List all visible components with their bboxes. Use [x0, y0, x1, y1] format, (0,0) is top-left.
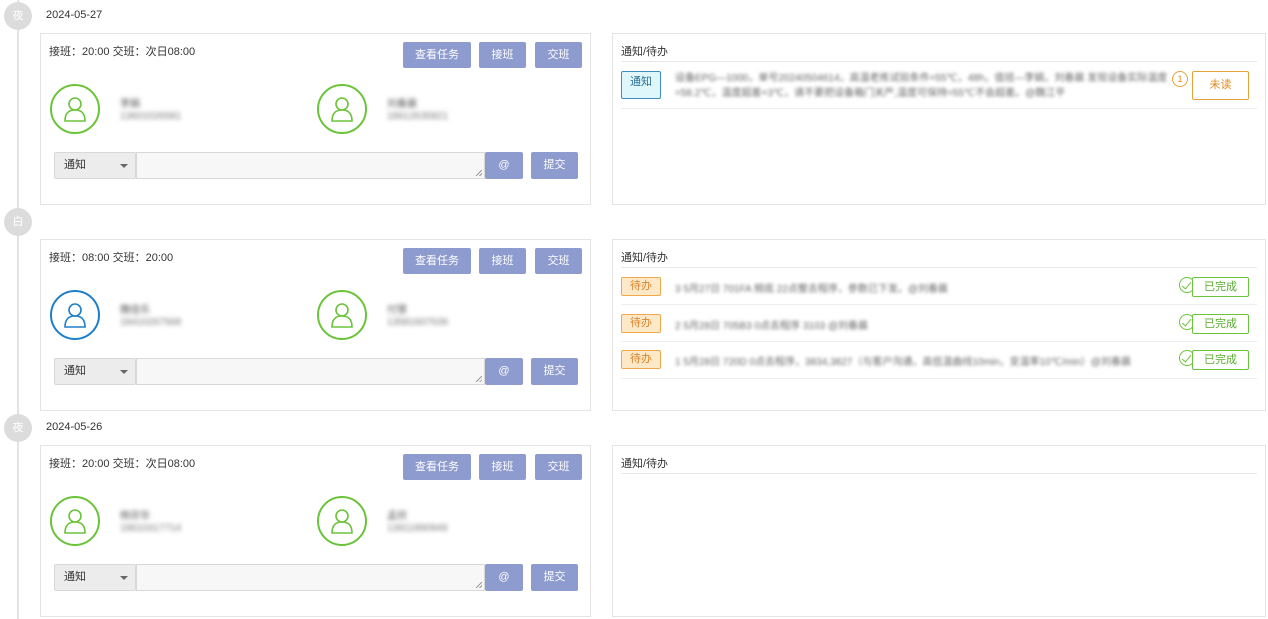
shift-card: 接班：08:00 交班：20:00 查看任务 接班 交班 魏佳乐 1841026…	[40, 239, 591, 411]
hand-over-button[interactable]: 交班	[535, 42, 582, 68]
person-card: 李娟 13601026581	[50, 84, 310, 136]
completed-status-button[interactable]: 已完成	[1192, 277, 1249, 297]
avatar	[317, 84, 367, 134]
notice-tag: 通知	[621, 71, 661, 99]
timeline-line	[17, 0, 19, 619]
person-phone: 18612635821	[387, 111, 449, 122]
shift-title: 接班：20:00 交班：次日08:00	[49, 458, 196, 470]
person-card: 刘春晨 18612635821	[317, 84, 577, 136]
shift-title: 接班：20:00 交班：次日08:00	[49, 46, 196, 58]
count-badge-icon: 1	[1172, 71, 1188, 87]
user-icon	[64, 97, 86, 122]
todo-item: 待办 2 5月28日 705B3 0点去程序 3103 @刘春晨 已完成	[621, 305, 1257, 342]
take-shift-button[interactable]: 接班	[479, 248, 526, 274]
shift-date: 2024-05-27	[46, 9, 103, 21]
person-card: 魏佳乐 18410267568	[50, 290, 310, 342]
unread-status-button[interactable]: 未读	[1192, 71, 1249, 100]
hand-over-button[interactable]: 交班	[535, 248, 582, 274]
notice-panel-title: 通知/待办	[621, 46, 669, 58]
user-icon	[331, 509, 353, 534]
todo-item: 待办 1 5月28日 720D 0点去程序，3834,3827（与客户沟通，高低…	[621, 342, 1257, 379]
shift-title: 接班：08:00 交班：20:00	[49, 252, 174, 264]
submit-button[interactable]: 提交	[531, 152, 578, 179]
notice-text: 设备EPG—1000，单号20240504614，高温老练试验条件=55℃，48…	[675, 73, 1168, 99]
person-card: 孟欣 13911890949	[317, 496, 577, 548]
view-tasks-button[interactable]: 查看任务	[403, 42, 471, 68]
user-icon	[64, 509, 86, 534]
resize-grip-icon[interactable]	[476, 376, 482, 382]
notice-panel-title: 通知/待办	[621, 252, 669, 264]
caret-down-icon	[120, 164, 128, 168]
person-phone: 13911890949	[387, 523, 448, 534]
notice-type-select[interactable]: 通知	[54, 152, 136, 179]
notice-type-select[interactable]: 通知	[54, 564, 136, 591]
take-shift-button[interactable]: 接班	[479, 42, 526, 68]
take-shift-button[interactable]: 接班	[479, 454, 526, 480]
caret-down-icon	[120, 370, 128, 374]
resize-grip-icon[interactable]	[476, 170, 482, 176]
avatar	[50, 290, 100, 340]
todo-tag: 待办	[621, 350, 661, 369]
shift-node-day: 白	[4, 208, 32, 236]
shift-node-night: 夜	[4, 2, 32, 30]
notice-panel: 通知/待办 通知 设备EPG—1000，单号20240504614，高温老练试验…	[612, 33, 1266, 205]
notice-type-value: 通知	[64, 365, 86, 377]
view-tasks-button[interactable]: 查看任务	[403, 248, 471, 274]
person-card: 杨宗华 18610317714	[50, 496, 310, 548]
person-card: 付慧 13581607636	[317, 290, 577, 342]
divider	[621, 473, 1257, 474]
view-tasks-button[interactable]: 查看任务	[403, 454, 471, 480]
notice-type-value: 通知	[64, 159, 86, 171]
shift-date: 2024-05-26	[46, 421, 103, 433]
notice-type-value: 通知	[64, 571, 86, 583]
person-name: 李娟	[120, 99, 140, 110]
person-phone: 13601026581	[120, 111, 182, 122]
shift-card: 接班：20:00 交班：次日08:00 查看任务 接班 交班 李娟 136010…	[40, 33, 591, 205]
todo-text: 3 5月27日 701FA 频底 22点整去程序，参数已下发。@刘春晨	[675, 284, 948, 295]
person-phone: 18610317714	[120, 523, 182, 534]
caret-down-icon	[120, 576, 128, 580]
person-name: 魏佳乐	[120, 305, 150, 316]
submit-button[interactable]: 提交	[531, 358, 578, 385]
notice-type-select[interactable]: 通知	[54, 358, 136, 385]
completed-status-button[interactable]: 已完成	[1192, 314, 1249, 334]
person-name: 付慧	[387, 305, 407, 316]
completed-status-button[interactable]: 已完成	[1192, 350, 1249, 370]
todo-tag: 待办	[621, 314, 661, 333]
shift-card: 接班：20:00 交班：次日08:00 查看任务 接班 交班 杨宗华 18610…	[40, 445, 591, 617]
mention-button[interactable]: @	[485, 358, 523, 385]
avatar	[50, 496, 100, 546]
avatar	[317, 290, 367, 340]
todo-tag: 待办	[621, 277, 661, 296]
submit-button[interactable]: 提交	[531, 564, 578, 591]
notice-panel: 通知/待办 待办 3 5月27日 701FA 频底 22点整去程序，参数已下发。…	[612, 239, 1266, 411]
user-icon	[331, 303, 353, 328]
avatar	[50, 84, 100, 134]
mention-button[interactable]: @	[485, 152, 523, 179]
hand-over-button[interactable]: 交班	[535, 454, 582, 480]
mention-button[interactable]: @	[485, 564, 523, 591]
person-name: 孟欣	[387, 511, 407, 522]
person-phone: 13581607636	[387, 317, 449, 328]
todo-item: 待办 3 5月27日 701FA 频底 22点整去程序，参数已下发。@刘春晨 已…	[621, 268, 1257, 305]
todo-text: 2 5月28日 705B3 0点去程序 3103 @刘春晨	[675, 321, 869, 332]
user-icon	[331, 97, 353, 122]
notice-panel: 通知/待办	[612, 445, 1266, 617]
avatar	[317, 496, 367, 546]
notice-item: 通知 设备EPG—1000，单号20240504614，高温老练试验条件=55℃…	[621, 63, 1257, 109]
shift-node-night: 夜	[4, 414, 32, 442]
person-name: 杨宗华	[120, 511, 150, 522]
person-name: 刘春晨	[387, 99, 417, 110]
user-icon	[64, 303, 86, 328]
divider	[621, 61, 1257, 62]
person-phone: 18410267568	[120, 317, 182, 328]
todo-text: 1 5月28日 720D 0点去程序，3834,3827（与客户沟通，高低温曲线…	[675, 357, 1131, 368]
message-input[interactable]	[136, 358, 485, 385]
message-input[interactable]	[136, 564, 485, 591]
message-input[interactable]	[136, 152, 485, 179]
notice-panel-title: 通知/待办	[621, 458, 669, 470]
resize-grip-icon[interactable]	[476, 582, 482, 588]
